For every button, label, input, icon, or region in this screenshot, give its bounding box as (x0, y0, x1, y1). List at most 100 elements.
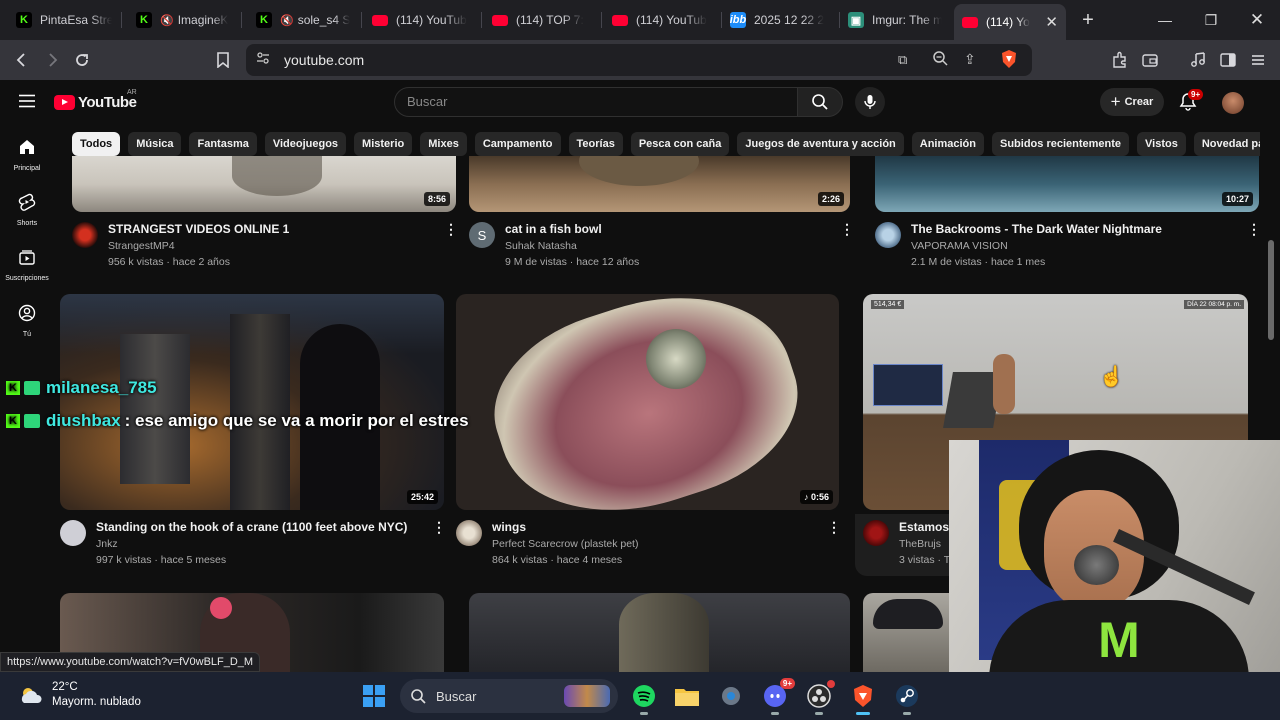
sidebar-item-shorts[interactable]: Shorts (0, 193, 54, 227)
video-thumbnail[interactable]: 10:27 (875, 156, 1259, 212)
chip-watched[interactable]: Vistos (1137, 132, 1186, 156)
chip-camping[interactable]: Campamento (474, 132, 561, 156)
more-options-icon[interactable]: ⋮ (840, 222, 854, 236)
tab-active[interactable]: (114) Yo ✕ (954, 4, 1066, 40)
channel-name[interactable]: Perfect Scarecrow (plastek pet) (492, 538, 638, 550)
reload-icon[interactable] (70, 48, 94, 72)
chip-ghost[interactable]: Fantasma (189, 132, 257, 156)
video-title[interactable]: wings (492, 520, 526, 534)
channel-name[interactable]: StrangestMP4 (108, 240, 175, 252)
channel-avatar[interactable] (72, 222, 98, 248)
chip-all[interactable]: Todos (72, 132, 121, 156)
zoom-icon[interactable] (932, 50, 948, 71)
settings-gear-icon[interactable] (717, 682, 745, 710)
channel-name[interactable]: Suhak Natasha (505, 240, 577, 252)
chip-recently-uploaded[interactable]: Subidos recientemente (992, 132, 1130, 156)
search-button[interactable] (797, 87, 843, 117)
close-window-icon[interactable]: ✕ (1234, 0, 1280, 40)
chip-music[interactable]: Música (128, 132, 182, 156)
video-thumbnail[interactable]: 8:56 (72, 156, 456, 212)
sidebar-item-subscriptions[interactable]: Suscripciones (0, 248, 54, 282)
media-icon[interactable] (1186, 48, 1210, 72)
menu-icon[interactable] (1246, 48, 1270, 72)
more-options-icon[interactable]: ⋮ (444, 222, 458, 236)
search-box[interactable] (394, 87, 798, 117)
steam-icon[interactable] (893, 682, 921, 715)
video-meta: 864 k vistas · hace 4 meses (492, 554, 623, 566)
page-scrollbar[interactable] (1268, 240, 1274, 340)
maximize-icon[interactable]: ❐ (1188, 0, 1234, 40)
taskbar-search[interactable]: Buscar (400, 679, 618, 713)
sidebar-item-you[interactable]: Tú (0, 304, 54, 338)
sidebar-toggle-icon[interactable] (1216, 48, 1240, 72)
chip-mixes[interactable]: Mixes (420, 132, 467, 156)
video-thumbnail[interactable]: ♪ 0:56 (456, 294, 839, 510)
tab-3[interactable]: K 🔇 sole_s4 S (248, 4, 360, 36)
channel-avatar[interactable] (60, 520, 86, 546)
hamburger-menu-icon[interactable] (18, 94, 36, 113)
tab-5[interactable]: (114) TOP 7: (484, 4, 600, 36)
file-explorer-icon[interactable] (673, 682, 701, 710)
search-input[interactable] (407, 94, 777, 109)
close-tab-icon[interactable]: ✕ (1039, 13, 1058, 31)
account-avatar[interactable] (1222, 92, 1244, 114)
chip-animation[interactable]: Animación (911, 132, 984, 156)
create-button[interactable]: + Crear (1100, 88, 1164, 116)
chip-new-for-you[interactable]: Novedad para ti (1193, 132, 1260, 156)
windows-start-icon[interactable] (360, 682, 388, 710)
back-icon[interactable] (10, 48, 34, 72)
tab-7[interactable]: ibb 2025 12 22 2 (722, 4, 838, 36)
tab-title: 2025 12 22 2 (754, 13, 825, 27)
video-meta: 997 k vistas · hace 5 meses (96, 554, 227, 566)
video-title[interactable]: The Backrooms - The Dark Water Nightmare (911, 222, 1162, 236)
channel-avatar[interactable] (456, 520, 482, 546)
chip-mystery[interactable]: Misterio (354, 132, 413, 156)
sidebar-item-home[interactable]: Principal (0, 138, 54, 172)
more-options-icon[interactable]: ⋮ (827, 520, 841, 534)
tab-8[interactable]: ▣ Imgur: The m (840, 4, 950, 36)
video-thumbnail[interactable]: 25:42 (60, 294, 444, 510)
forward-icon[interactable] (40, 48, 64, 72)
tab-2[interactable]: K 🔇 ImagineK (128, 4, 240, 36)
tab-6[interactable]: (114) YouTub (604, 4, 720, 36)
brave-shield-icon[interactable] (1000, 49, 1018, 74)
video-thumbnail[interactable]: 2:26 (469, 156, 850, 212)
site-info-icon[interactable] (256, 51, 270, 70)
chip-fishing[interactable]: Pesca con caña (630, 132, 730, 156)
video-title[interactable]: STRANGEST VIDEOS ONLINE 1 (108, 222, 289, 236)
share-icon[interactable]: ⇪ (964, 51, 976, 68)
channel-name[interactable]: TheBrujs (899, 538, 941, 550)
extensions-icon[interactable] (1108, 48, 1132, 72)
video-title[interactable]: cat in a fish bowl (505, 222, 602, 236)
youtube-logo[interactable]: YouTube AR (54, 89, 137, 111)
weather-widget[interactable]: 22°C Mayorm. nublado (18, 680, 141, 710)
chip-videogames[interactable]: Videojuegos (264, 132, 347, 156)
chip-adventure-games[interactable]: Juegos de aventura y acción (737, 132, 904, 156)
video-title[interactable]: Standing on the hook of a crane (1100 fe… (96, 520, 407, 534)
cast-icon[interactable]: ⧉ (898, 52, 907, 68)
video-thumbnail[interactable] (863, 593, 953, 672)
tab-1[interactable]: K PintaEsa Stre (8, 4, 120, 36)
address-bar[interactable]: youtube.com ⧉ ⇪ (246, 44, 1032, 76)
more-options-icon[interactable]: ⋮ (432, 520, 446, 534)
obs-icon[interactable] (805, 680, 835, 715)
video-title[interactable]: Estamos (899, 520, 949, 534)
brave-icon[interactable] (849, 682, 877, 715)
channel-avatar[interactable]: S (469, 222, 495, 248)
chip-theories[interactable]: Teorías (568, 132, 623, 156)
video-thumbnail[interactable] (469, 593, 850, 672)
channel-name[interactable]: VAPORAMA VISION (911, 240, 1008, 252)
channel-avatar[interactable] (863, 520, 889, 546)
wallet-icon[interactable] (1138, 48, 1162, 72)
voice-search-button[interactable] (855, 87, 885, 117)
tab-4[interactable]: (114) YouTub (364, 4, 480, 36)
new-tab-icon[interactable]: + (1076, 8, 1100, 32)
spotify-icon[interactable] (630, 682, 658, 715)
browser-tab-bar: K PintaEsa Stre K 🔇 ImagineK K 🔇 sole_s4… (0, 0, 1280, 40)
channel-avatar[interactable] (875, 222, 901, 248)
channel-name[interactable]: Jnkz (96, 538, 118, 550)
bookmark-icon[interactable] (211, 48, 235, 72)
more-options-icon[interactable]: ⋮ (1247, 222, 1261, 236)
minimize-icon[interactable]: — (1142, 0, 1188, 40)
discord-icon[interactable]: 9+ (761, 678, 795, 715)
